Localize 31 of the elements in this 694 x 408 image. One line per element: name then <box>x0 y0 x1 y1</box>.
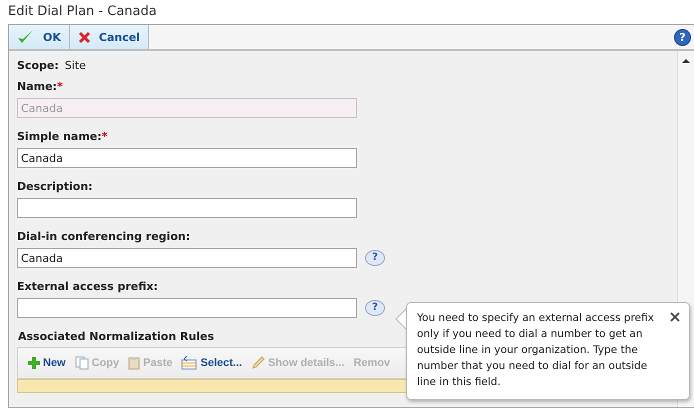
tooltip-text: You need to specify an external access prefix only if you need to dial a number to get an outside line in your organization. Type the number that you need to dial for an outside line in this field. <box>417 311 655 390</box>
required-mark: * <box>102 130 108 143</box>
checkmark-icon <box>17 29 35 45</box>
x-icon <box>78 30 91 44</box>
table-icon <box>181 356 198 370</box>
toolbar-button[interactable]: New <box>28 357 66 369</box>
copy-icon <box>74 356 89 370</box>
clipboard-icon <box>128 356 140 370</box>
close-icon[interactable] <box>670 312 680 322</box>
input-field[interactable]: Canada <box>17 148 357 168</box>
field-label: External access prefix: <box>17 280 158 293</box>
help-icon[interactable]: ? <box>674 28 691 46</box>
section-title: Associated Normalization Rules <box>18 330 214 343</box>
field-label: Description: <box>17 180 93 193</box>
field-label: Name: <box>17 80 57 93</box>
input-field[interactable]: Canada <box>17 248 357 268</box>
scope-value: Site <box>64 59 86 72</box>
window-title: Edit Dial Plan - Canada <box>7 3 158 21</box>
cancel-button[interactable]: Cancel <box>70 25 149 49</box>
help-bubble-icon[interactable]: ? <box>365 250 385 266</box>
field-label: Simple name: <box>17 130 102 143</box>
pencil-icon <box>251 356 266 370</box>
field-label: Dial-in conferencing region: <box>17 230 190 243</box>
ok-button[interactable]: OK <box>9 25 70 49</box>
help-bubble-icon[interactable]: ? <box>365 300 385 316</box>
required-mark: * <box>56 80 63 93</box>
input-field[interactable] <box>17 198 357 218</box>
input-field[interactable] <box>17 298 357 318</box>
toolbar-button[interactable]: Select... <box>181 356 242 370</box>
plus-icon <box>28 357 40 369</box>
scope-label: Scope: <box>17 59 59 72</box>
